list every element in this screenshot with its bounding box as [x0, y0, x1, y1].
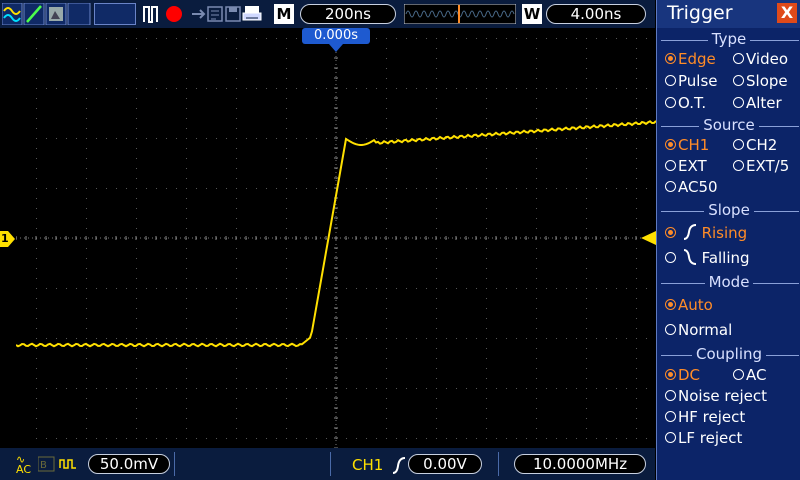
coupling-option-noise-reject[interactable]: Noise reject: [665, 387, 767, 405]
coupling-option-ac[interactable]: AC: [733, 366, 766, 384]
bottom-status-bar: ∿ AC B 50.0mV CH1 0.00V 10.0000MHz: [0, 448, 655, 480]
source-header: Source: [699, 116, 759, 134]
source-option-ext[interactable]: EXT: [665, 157, 707, 175]
source-option-ch1[interactable]: CH1: [665, 136, 709, 154]
mode-option-normal[interactable]: Normal: [665, 321, 732, 339]
blank-field: [94, 3, 136, 25]
waveform-icon[interactable]: [2, 3, 23, 25]
settings-icon: [207, 6, 223, 22]
type-option-slope[interactable]: Slope: [733, 72, 788, 90]
divider: [330, 452, 331, 476]
ch1-coupling-icon[interactable]: ∿ AC: [16, 454, 31, 475]
bandwidth-invert-icons[interactable]: B: [38, 456, 84, 472]
run-status[interactable]: [142, 4, 186, 24]
mode-option-auto[interactable]: Auto: [665, 296, 713, 314]
memory-position-marker: [458, 5, 460, 23]
coupling-option-dc[interactable]: DC: [665, 366, 700, 384]
ch1-marker-label: 1: [1, 232, 9, 245]
source-option-ext5[interactable]: EXT/5: [733, 157, 789, 175]
save-icon: [225, 6, 241, 22]
panel-title: Trigger: [667, 2, 733, 24]
divider: [498, 452, 499, 476]
trigger-position-arrow: [329, 44, 343, 52]
invert-icon: [59, 459, 76, 469]
window-badge: W: [522, 4, 542, 24]
waveform-display[interactable]: [16, 28, 656, 448]
coupling-header: Coupling: [691, 345, 767, 363]
timebase-display[interactable]: 200ns: [300, 4, 396, 24]
top-status-bar: M 200ns W 4.00ns: [0, 0, 655, 28]
record-icon: [166, 6, 182, 22]
panel-header: Trigger X: [657, 0, 800, 28]
slope-option-falling[interactable]: Falling: [665, 249, 750, 267]
window-value-display[interactable]: 4.00ns: [546, 4, 646, 24]
printer-icon: [242, 6, 262, 21]
pulse-icon: [143, 6, 158, 23]
trigger-level-display[interactable]: 0.00V: [408, 454, 482, 474]
rising-edge-icon: [392, 457, 406, 474]
type-option-video[interactable]: Video: [733, 50, 788, 68]
falling-edge-icon: [683, 249, 696, 265]
bw-limit-icon: B: [38, 456, 55, 472]
type-option-edge[interactable]: Edge: [665, 50, 716, 68]
rising-edge-icon: [683, 224, 696, 240]
source-option-ac50[interactable]: AC50: [665, 178, 718, 196]
memory-position-bar[interactable]: [404, 4, 516, 24]
close-button[interactable]: X: [777, 3, 797, 23]
channel-icons: [2, 3, 91, 25]
ramp-icon[interactable]: [23, 3, 45, 25]
source-option-ch2[interactable]: CH2: [733, 136, 777, 154]
trigger-level-marker[interactable]: [641, 231, 656, 245]
mode-header: Mode: [704, 273, 754, 291]
type-option-ot[interactable]: O.T.: [665, 94, 706, 112]
trigger-position-label[interactable]: 0.000s: [302, 28, 370, 44]
usb-icon: [192, 9, 206, 19]
type-option-pulse[interactable]: Pulse: [665, 72, 718, 90]
main-timebase-badge: M: [274, 4, 294, 24]
slope-header: Slope: [704, 201, 754, 219]
graticule: [16, 28, 656, 448]
coupling-option-lf-reject[interactable]: LF reject: [665, 429, 742, 447]
trigger-menu-panel: Trigger X Type Edge Video Pulse Slope O.…: [656, 0, 800, 480]
ch1-scale-display[interactable]: 50.0mV: [88, 454, 170, 474]
type-option-alter[interactable]: Alter: [733, 94, 782, 112]
frequency-counter: 10.0000MHz: [514, 454, 646, 474]
coupling-option-hf-reject[interactable]: HF reject: [665, 408, 745, 426]
divider: [174, 452, 175, 476]
blank-slot: [67, 3, 91, 25]
type-header: Type: [707, 30, 751, 48]
slope-option-rising[interactable]: Rising: [665, 224, 747, 242]
image-icon[interactable]: [45, 3, 67, 25]
util-icons[interactable]: [190, 4, 265, 24]
trigger-source-label: CH1: [352, 456, 384, 474]
svg-text:B: B: [40, 460, 47, 471]
